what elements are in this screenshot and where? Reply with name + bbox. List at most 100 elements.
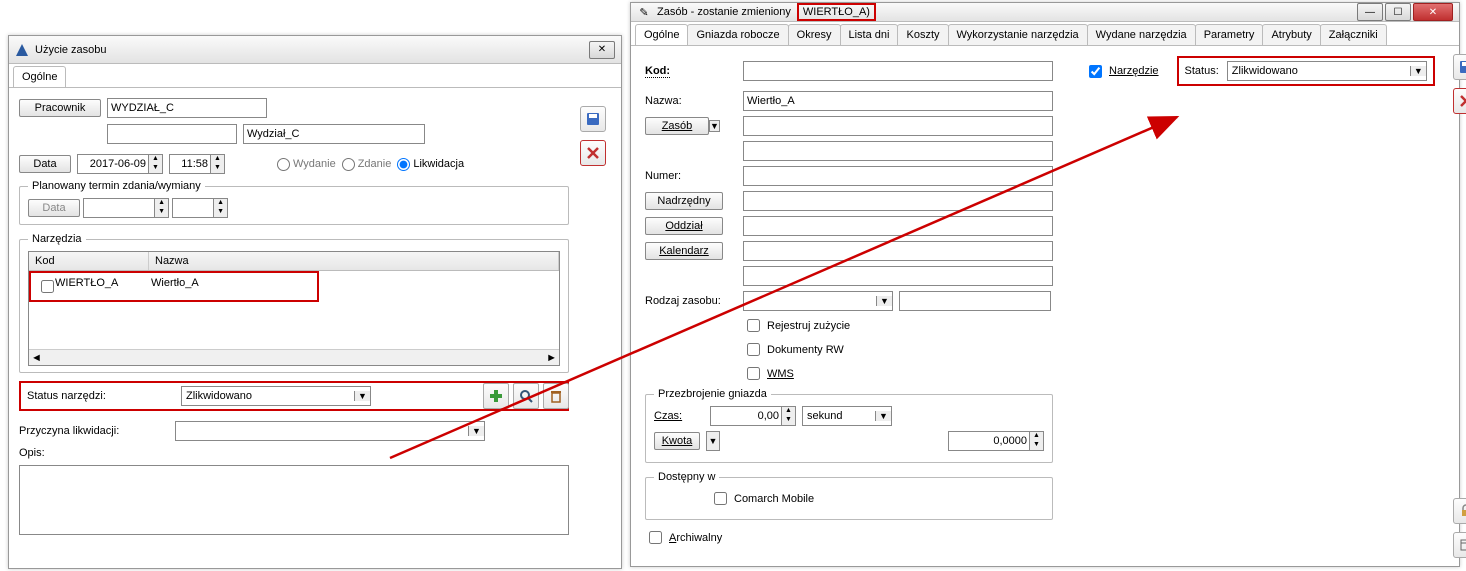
win1-tabs: Ogólne [9, 64, 621, 88]
kalendarz-input[interactable] [743, 241, 1053, 261]
dostepny-legend: Dostępny w [654, 471, 719, 483]
win2-body: Kod: Narzędzie Status: Zlikwidowano▼ Naz… [631, 46, 1459, 566]
win2-minimize-button[interactable]: — [1357, 3, 1383, 21]
narzedzia-fieldset: Narzędzia Kod Nazwa WIERTŁO_A Wiertło_A … [19, 233, 569, 373]
radio-zdanie[interactable]: Zdanie [342, 158, 392, 171]
tab-parametry[interactable]: Parametry [1195, 24, 1264, 45]
win2-maximize-button[interactable]: ☐ [1385, 3, 1411, 21]
kod-input[interactable] [743, 61, 1053, 81]
zasob-dropdown[interactable]: ▼ [709, 120, 720, 132]
plan-data-button[interactable]: Data [28, 199, 80, 217]
win1-save-button[interactable] [580, 106, 606, 132]
app-icon [15, 43, 29, 57]
table-row[interactable]: WIERTŁO_A Wiertło_A [29, 271, 319, 302]
kalendarz-button[interactable]: Kalendarz [645, 242, 723, 260]
plan-time-spinner[interactable]: ▲▼ [172, 198, 228, 218]
opis-label: Opis: [19, 447, 49, 459]
date-spinner[interactable]: ▲▼ [77, 154, 163, 174]
numer-label: Numer: [645, 170, 737, 182]
radio-likwidacja[interactable]: Likwidacja [397, 158, 464, 171]
tab-atrybuty[interactable]: Atrybuty [1262, 24, 1320, 45]
czas-spinner[interactable]: ▲▼ [710, 406, 796, 426]
window-zasob: ✎ Zasób - zostanie zmieniony WIERTŁO_A) … [630, 2, 1460, 567]
numer-input[interactable] [743, 166, 1053, 186]
tab-ogolne-1[interactable]: Ogólne [13, 66, 66, 87]
rejestruj-checkbox[interactable]: Rejestruj zużycie [743, 316, 850, 335]
time-spinner[interactable]: ▲▼ [169, 154, 225, 174]
przezbrojenie-fieldset: Przezbrojenie gniazda Czas: ▲▼ sekund▼ K… [645, 388, 1053, 463]
comarch-checkbox[interactable]: Comarch Mobile [710, 489, 814, 508]
przezbrojenie-legend: Przezbrojenie gniazda [654, 388, 771, 400]
przyczyna-label: Przyczyna likwidacji: [19, 425, 169, 437]
status-label-2: Status: [1185, 65, 1219, 77]
tab-okresy[interactable]: Okresy [788, 24, 841, 45]
pracownik-name-input[interactable] [243, 124, 425, 144]
win2-save-button[interactable] [1453, 54, 1466, 80]
dokrw-checkbox[interactable]: Dokumenty RW [743, 340, 844, 359]
tab-wykorz[interactable]: Wykorzystanie narzędzia [948, 24, 1088, 45]
tab-zalaczniki[interactable]: Załączniki [1320, 24, 1387, 45]
titlebar-1[interactable]: Użycie zasobu ✕ [9, 36, 621, 64]
col-nazwa[interactable]: Nazwa [149, 252, 559, 270]
wms-checkbox[interactable]: WMS [743, 364, 794, 383]
nazwa-label: Nazwa: [645, 95, 737, 107]
kod-label: Kod: [645, 65, 737, 77]
oddzial-button[interactable]: Oddział [645, 217, 723, 235]
titlebar-2[interactable]: ✎ Zasób - zostanie zmieniony WIERTŁO_A) … [631, 3, 1459, 22]
archiwalny-checkbox[interactable]: Archiwalny [645, 528, 722, 547]
col-kod[interactable]: Kod [29, 252, 149, 270]
planowany-legend: Planowany termin zdania/wymiany [28, 180, 205, 192]
tab-ogolne-2[interactable]: Ogólne [635, 24, 688, 45]
kalendarz-input-2[interactable] [743, 266, 1053, 286]
narzedzie-checkbox[interactable]: Narzędzie [1085, 62, 1159, 81]
win1-cancel-button[interactable] [580, 140, 606, 166]
window-title-1: Użycie zasobu [35, 44, 583, 56]
status-narzedzi-select[interactable]: Zlikwidowano▼ [181, 386, 371, 406]
narzedzia-grid[interactable]: Kod Nazwa WIERTŁO_A Wiertło_A ◄► [28, 251, 560, 366]
collapse-button[interactable] [1453, 532, 1466, 558]
opis-textarea[interactable] [19, 465, 569, 535]
win1-close-button[interactable]: ✕ [589, 41, 615, 59]
tab-wydane[interactable]: Wydane narzędzia [1087, 24, 1196, 45]
win2-tabs: Ogólne Gniazda robocze Okresy Lista dni … [631, 22, 1459, 46]
rodzaj-input[interactable] [899, 291, 1051, 311]
add-button[interactable] [483, 383, 509, 409]
delete-button[interactable] [543, 383, 569, 409]
kwota-dropdown[interactable]: ▼ [706, 431, 720, 451]
rodzaj-select[interactable]: ▼ [743, 291, 893, 311]
grid-hscroll[interactable]: ◄► [29, 349, 559, 365]
nazwa-input[interactable] [743, 91, 1053, 111]
zasob-input-2[interactable] [743, 141, 1053, 161]
cell-nazwa: Wiertło_A [145, 275, 317, 298]
narzedzia-legend: Narzędzia [28, 233, 86, 245]
zasob-button[interactable]: Zasób [645, 117, 709, 135]
planowany-fieldset: Planowany termin zdania/wymiany Data ▲▼ … [19, 180, 569, 225]
tab-listadni[interactable]: Lista dni [840, 24, 899, 45]
lock-button[interactable] [1453, 498, 1466, 524]
tab-gniazda[interactable]: Gniazda robocze [687, 24, 788, 45]
search-button[interactable] [513, 383, 539, 409]
nadrzedny-input[interactable] [743, 191, 1053, 211]
win2-cancel-button[interactable] [1453, 88, 1466, 114]
data-button[interactable]: Data [19, 155, 71, 173]
pracownik-code-input[interactable] [107, 98, 267, 118]
przyczyna-select[interactable]: ▼ [175, 421, 485, 441]
status-narzedzi-label: Status narzędzi: [27, 390, 177, 402]
window-title-2-highlight: WIERTŁO_A) [797, 3, 876, 21]
status-select-2[interactable]: Zlikwidowano▼ [1227, 61, 1427, 81]
czas-label: Czas: [654, 410, 704, 422]
nadrzedny-button[interactable]: Nadrzędny [645, 192, 723, 210]
kwota-spinner[interactable]: ▲▼ [948, 431, 1044, 451]
plan-date-spinner[interactable]: ▲▼ [83, 198, 169, 218]
tab-koszty[interactable]: Koszty [897, 24, 948, 45]
radio-wydanie[interactable]: Wydanie [277, 158, 336, 171]
win2-close-button[interactable]: ✕ [1413, 3, 1453, 21]
pracownik-button[interactable]: Pracownik [19, 99, 101, 117]
cell-kod: WIERTŁO_A [49, 275, 145, 298]
pracownik-empty-input[interactable] [107, 124, 237, 144]
zasob-input[interactable] [743, 116, 1053, 136]
dostepny-fieldset: Dostępny w Comarch Mobile [645, 471, 1053, 520]
oddzial-input[interactable] [743, 216, 1053, 236]
kwota-button[interactable]: Kwota [654, 432, 700, 450]
czas-unit-select[interactable]: sekund▼ [802, 406, 892, 426]
